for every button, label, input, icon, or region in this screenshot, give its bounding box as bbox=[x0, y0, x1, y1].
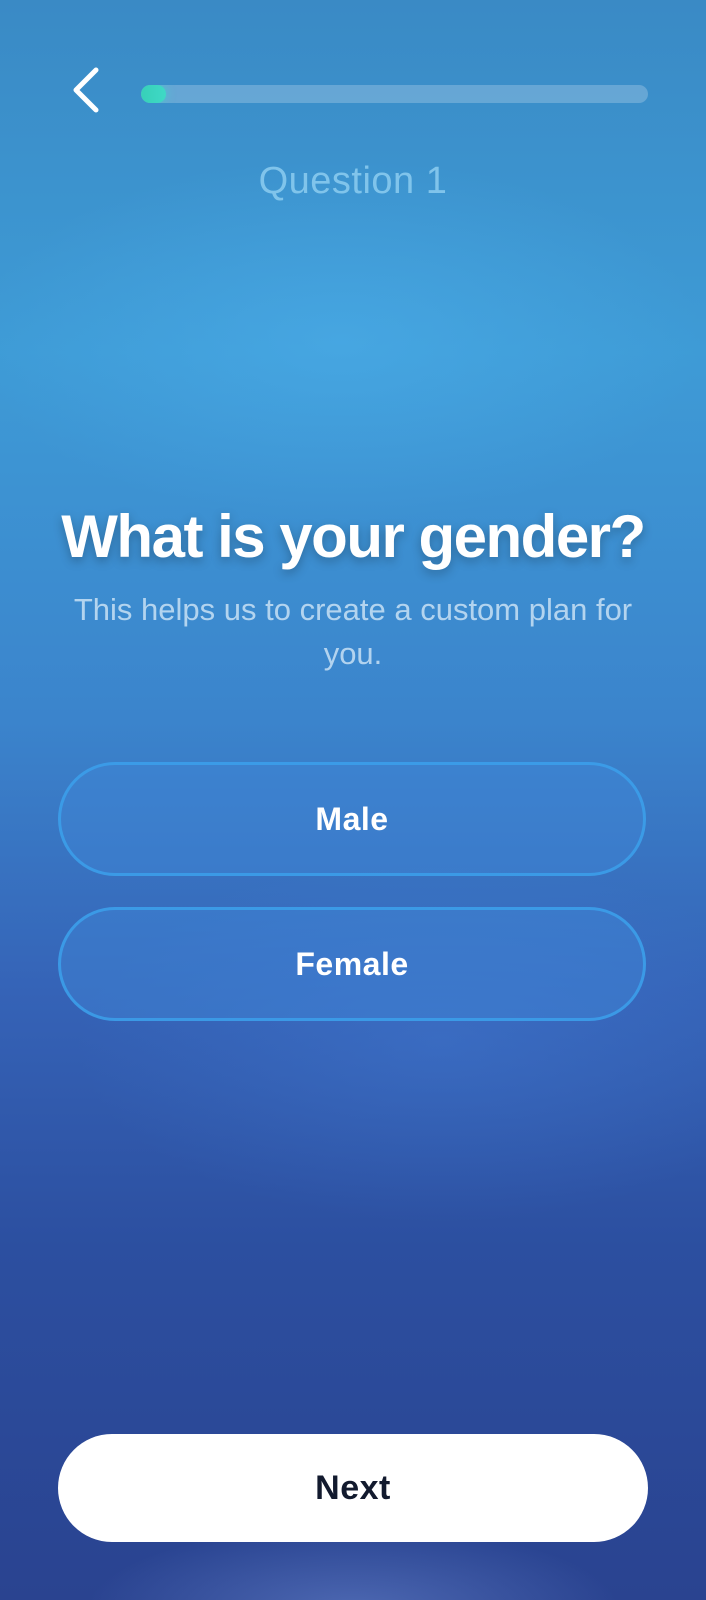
question-subtitle: This helps us to create a custom plan fo… bbox=[73, 592, 633, 671]
option-male-button[interactable]: Male bbox=[58, 762, 646, 876]
next-button[interactable]: Next bbox=[58, 1434, 648, 1542]
option-female-button[interactable]: Female bbox=[58, 907, 646, 1021]
chevron-left-icon bbox=[73, 67, 99, 113]
option-label: Male bbox=[315, 800, 389, 837]
question-counter: Question 1 bbox=[258, 160, 448, 202]
option-label: Female bbox=[295, 945, 409, 982]
back-button[interactable] bbox=[60, 62, 112, 118]
question-title: What is your gender? bbox=[61, 503, 646, 570]
next-button-label: Next bbox=[315, 1468, 391, 1507]
question-screen: Question 1 What is your gender? This hel… bbox=[0, 0, 706, 1600]
progress-fill bbox=[141, 85, 167, 103]
progress-bar bbox=[141, 85, 648, 103]
